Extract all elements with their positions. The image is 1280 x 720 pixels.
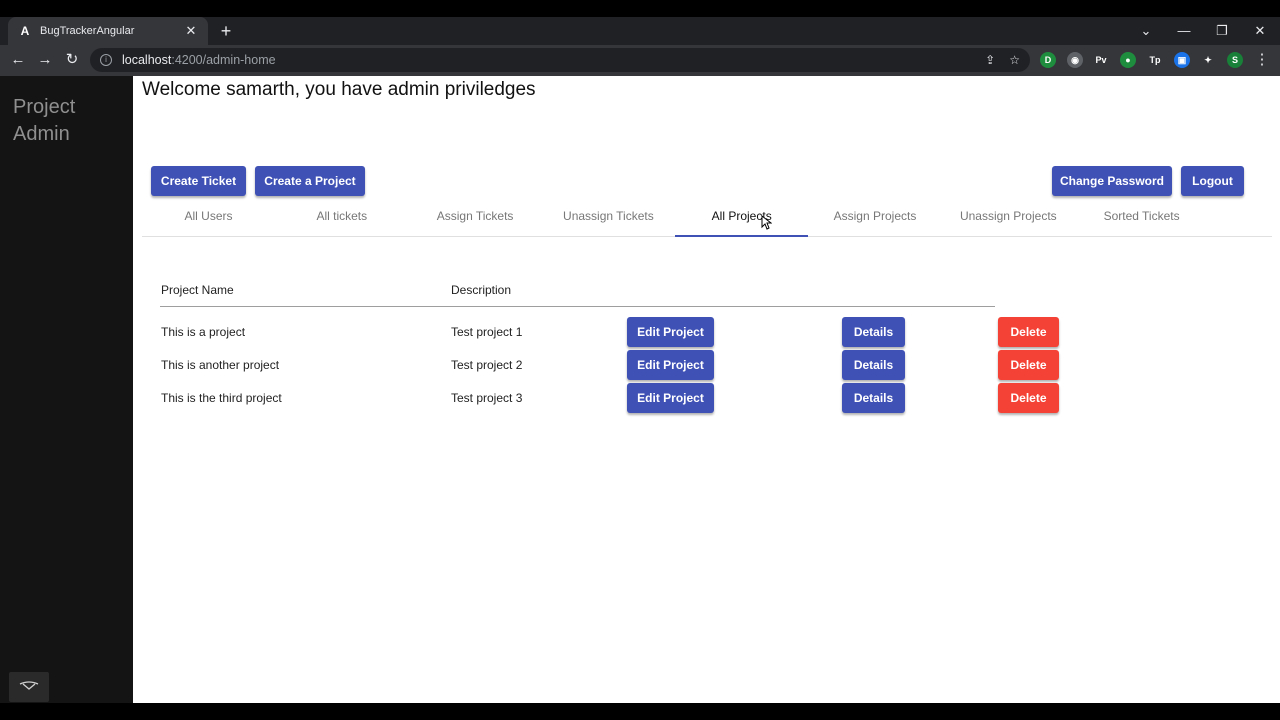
tab-all-users[interactable]: All Users — [142, 201, 275, 237]
close-icon[interactable]: ✕ — [184, 23, 198, 39]
table-header-divider — [160, 306, 995, 307]
extension-icon[interactable]: Pv — [1093, 52, 1109, 68]
edit-project-button[interactable]: Edit Project — [627, 350, 714, 380]
column-header-project-name: Project Name — [161, 283, 234, 297]
sidebar-title: Project Admin — [13, 96, 76, 145]
browser-tab-title: BugTrackerAngular — [40, 25, 135, 37]
edit-project-button[interactable]: Edit Project — [627, 383, 714, 413]
info-icon[interactable]: i — [100, 54, 112, 66]
app-root: Project Admin Welcome samarth, you have … — [0, 76, 1280, 703]
screen: A BugTrackerAngular ✕ + ⌄ — ❐ ✕ ← → ↻ i … — [0, 0, 1280, 720]
project-description-cell: Test project 1 — [451, 325, 523, 339]
browser-tabstrip: A BugTrackerAngular ✕ + ⌄ — ❐ ✕ — [0, 17, 1280, 45]
column-header-description: Description — [451, 283, 512, 297]
details-button[interactable]: Details — [842, 350, 905, 380]
tab-all-tickets[interactable]: All tickets — [275, 201, 408, 237]
url-host: localhost — [122, 53, 172, 67]
main-content: Welcome samarth, you have admin priviled… — [133, 76, 1280, 703]
project-description-cell: Test project 2 — [451, 358, 523, 372]
browser-tab[interactable]: A BugTrackerAngular ✕ — [8, 17, 208, 45]
extension-icon[interactable]: D — [1040, 52, 1056, 68]
bookmark-star-icon[interactable]: ☆ — [1009, 53, 1020, 67]
tab-assign-tickets[interactable]: Assign Tickets — [409, 201, 542, 237]
extension-icon[interactable]: ▣ — [1174, 52, 1190, 68]
sidebar: Project Admin — [0, 76, 133, 703]
extension-icon[interactable]: ✦ — [1200, 52, 1216, 68]
logout-button[interactable]: Logout — [1181, 166, 1244, 196]
window-close-icon[interactable]: ✕ — [1250, 21, 1270, 41]
browser-toolbar: ← → ↻ i localhost:4200/admin-home ⇪ ☆ D ◉… — [0, 45, 1280, 76]
tab-assign-projects[interactable]: Assign Projects — [809, 201, 942, 237]
delete-button[interactable]: Delete — [998, 383, 1059, 413]
menu-kebab-icon[interactable]: ⋮ — [1252, 50, 1272, 70]
extension-icon[interactable]: ◉ — [1067, 52, 1083, 68]
extension-icon[interactable]: S — [1227, 52, 1243, 68]
share-icon[interactable]: ⇪ — [985, 53, 995, 67]
create-project-button[interactable]: Create a Project — [255, 166, 365, 196]
welcome-message: Welcome samarth, you have admin priviled… — [142, 79, 536, 100]
tab-all-projects[interactable]: All Projects — [675, 201, 809, 237]
address-bar[interactable]: i localhost:4200/admin-home ⇪ ☆ — [90, 48, 1030, 72]
reload-icon[interactable]: ↻ — [62, 50, 82, 70]
project-name-cell: This is the third project — [161, 391, 282, 405]
details-button[interactable]: Details — [842, 317, 905, 347]
edit-project-button[interactable]: Edit Project — [627, 317, 714, 347]
change-password-button[interactable]: Change Password — [1052, 166, 1172, 196]
extension-icon[interactable]: Tp — [1147, 52, 1163, 68]
create-ticket-button[interactable]: Create Ticket — [151, 166, 246, 196]
angular-icon: A — [20, 24, 30, 38]
project-name-cell: This is another project — [161, 358, 280, 372]
restore-icon[interactable]: ❐ — [1212, 21, 1232, 41]
sidebar-toggle-icon[interactable] — [9, 672, 49, 702]
new-tab-icon[interactable]: + — [216, 21, 236, 41]
back-icon[interactable]: ← — [8, 50, 28, 70]
tab-unassign-tickets[interactable]: Unassign Tickets — [542, 201, 675, 237]
url-path: :4200/admin-home — [171, 53, 276, 67]
tab-sorted-tickets[interactable]: Sorted Tickets — [1075, 201, 1208, 237]
admin-tabs: All Users All tickets Assign Tickets Unassi… — [142, 201, 1272, 237]
delete-button[interactable]: Delete — [998, 317, 1059, 347]
extension-icon[interactable]: ● — [1120, 52, 1136, 68]
mouse-cursor-icon — [761, 215, 772, 230]
delete-button[interactable]: Delete — [998, 350, 1059, 380]
tab-unassign-projects[interactable]: Unassign Projects — [942, 201, 1075, 237]
forward-icon[interactable]: → — [35, 50, 55, 70]
project-description-cell: Test project 3 — [451, 391, 523, 405]
tab-search-icon[interactable]: ⌄ — [1136, 21, 1156, 41]
project-name-cell: This is a project — [161, 325, 246, 339]
details-button[interactable]: Details — [842, 383, 905, 413]
minimize-icon[interactable]: — — [1174, 21, 1194, 41]
